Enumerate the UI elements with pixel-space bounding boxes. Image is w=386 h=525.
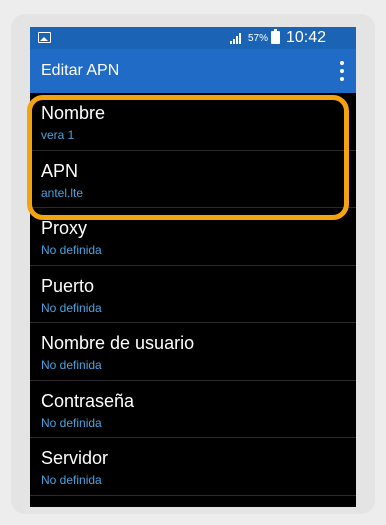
item-value: vera 1	[41, 128, 75, 142]
phone-screen: 57% 10:42 Editar APN Nombre vera 1 APN a…	[30, 27, 356, 507]
list-item-nombre[interactable]: Nombre vera 1	[30, 93, 356, 151]
status-time: 10:42	[286, 29, 327, 46]
item-label: Contraseña	[41, 390, 135, 411]
list-item-proxy[interactable]: Proxy No definida	[30, 208, 356, 266]
item-label: Servidor	[41, 448, 109, 468]
status-bar: 57% 10:42	[30, 27, 356, 49]
battery-icon	[271, 29, 280, 44]
list-item-apn[interactable]: APN antel.lte	[30, 151, 356, 208]
item-value: No definida	[41, 358, 102, 372]
signal-icon	[230, 33, 241, 44]
item-label: Puerto	[41, 275, 95, 296]
page-title: Editar APN	[41, 62, 120, 79]
item-label: Proxy	[41, 218, 88, 238]
list-item-servidor[interactable]: Servidor No definida	[30, 438, 356, 496]
item-label: Nombre de usuario	[41, 333, 195, 353]
item-value: No definida	[41, 415, 102, 430]
app-bar: Editar APN	[30, 49, 356, 93]
list-item-puerto[interactable]: Puerto No definida	[30, 266, 356, 323]
overflow-menu-icon[interactable]	[330, 57, 354, 85]
list-item-contrasena[interactable]: Contraseña No definida	[30, 381, 356, 438]
list-item-nombre-de-usuario[interactable]: Nombre de usuario No definida	[30, 323, 356, 381]
apn-settings-list: Nombre vera 1 APN antel.lte Proxy No def…	[30, 93, 356, 496]
item-value: No definida	[41, 300, 102, 315]
item-value: No definida	[41, 243, 102, 257]
image-icon	[38, 32, 51, 43]
item-value: No definida	[41, 473, 102, 487]
battery-percentage: 57%	[248, 33, 269, 44]
item-label: Nombre	[41, 103, 106, 123]
item-label: APN	[41, 160, 79, 181]
item-value: antel.lte	[41, 185, 84, 200]
